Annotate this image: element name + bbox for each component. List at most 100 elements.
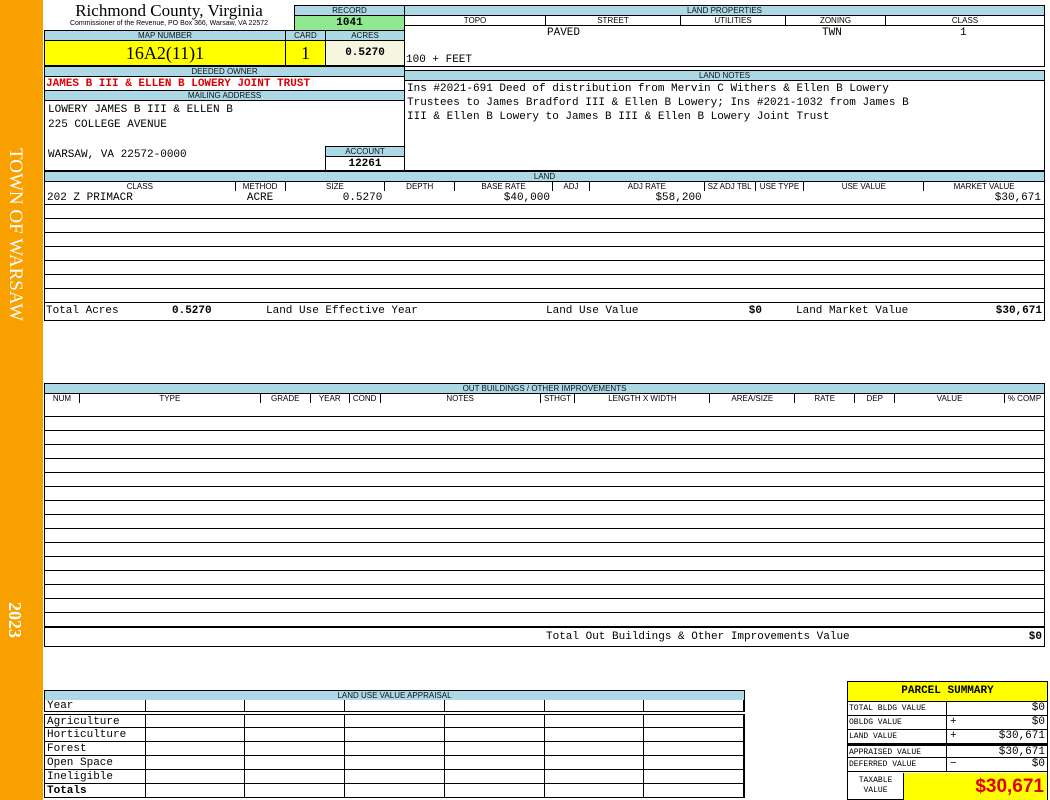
land-cell: [590, 289, 705, 302]
land-cell: [455, 261, 553, 274]
parcel-summary-title: PARCEL SUMMARY: [848, 682, 1047, 702]
land-cell: [286, 275, 386, 288]
outbuildings-row: [44, 487, 1045, 501]
land-cell: [804, 247, 924, 260]
land-cell: [924, 205, 1044, 218]
summary-operator: −: [950, 758, 957, 770]
land-cell: [553, 289, 590, 302]
card-value: 1: [285, 40, 326, 66]
land-cell: [45, 205, 236, 218]
land-use-cell: [245, 770, 346, 783]
land-cell: [385, 289, 455, 302]
land-use-cell: [545, 728, 645, 741]
land-cell: [236, 261, 286, 274]
land-use-cell: [245, 784, 346, 797]
land-cell: [286, 247, 386, 260]
outbuildings-row: [44, 431, 1045, 445]
summary-label: LAND VALUE: [849, 730, 947, 743]
land-properties-values: PAVED TWN 1 100 + FEET: [404, 25, 1045, 67]
land-use-row-label: Horticulture: [45, 728, 146, 741]
land-use-cell: [245, 715, 346, 727]
land-col-header: USE TYPE: [756, 182, 805, 191]
summary-label: TOTAL BLDG VALUE: [849, 702, 947, 715]
land-col-header: ADJ RATE: [590, 182, 705, 191]
summary-operator: +: [950, 716, 957, 728]
land-cell: [45, 261, 236, 274]
land-cell: [385, 233, 455, 246]
land-cell: [705, 289, 756, 302]
address-line: 225 COLLEGE AVENUE: [48, 119, 167, 131]
land-cell: [590, 205, 705, 218]
taxable-value: $30,671: [904, 773, 1047, 800]
outbuildings-total: Total Out Buildings & Other Improvements…: [44, 627, 1045, 647]
land-cell: [804, 205, 924, 218]
land-market-value: $30,671: [995, 305, 1042, 317]
land-use-row-label: Agriculture: [45, 715, 146, 727]
sidebar: TOWN OF WARSAW 2023: [0, 0, 43, 800]
land-cell: [45, 219, 236, 232]
col-zoning: ZONING: [786, 16, 886, 25]
land-use-cell: [345, 742, 445, 755]
outbuildings-col-header: DEP: [855, 394, 896, 403]
land-use-row-label: Totals: [45, 784, 146, 797]
outbuildings-row: [44, 459, 1045, 473]
land-use-cell: [445, 756, 545, 769]
land-cell: [804, 261, 924, 274]
outbuildings-col-header: RATE: [795, 394, 856, 403]
land-cell: [553, 191, 590, 204]
land-use-row-label: Open Space: [45, 756, 146, 769]
land-use-cell: [445, 728, 545, 741]
land-use-value: $0: [748, 305, 762, 317]
land-use-cell: [644, 756, 745, 769]
land-cell: [756, 261, 805, 274]
land-use-row: Ineligible: [44, 770, 745, 784]
land-cell: ACRE: [246, 192, 274, 204]
land-cell: [236, 205, 286, 218]
land-use-cell: [245, 756, 346, 769]
outbuildings-col-header: NOTES: [381, 394, 541, 403]
land-cell: [236, 219, 286, 232]
outbuildings-row: [44, 613, 1045, 627]
outbuildings-col-header: COND: [350, 394, 381, 403]
land-cell: [756, 233, 805, 246]
land-use-cell: [644, 715, 745, 727]
land-use-cell: [146, 742, 246, 755]
land-use-cell: [445, 700, 545, 711]
land-cell: [756, 247, 805, 260]
summary-row: LAND VALUE + $30,671: [848, 730, 1048, 744]
land-cell: [236, 247, 286, 260]
outbuildings-col-header: TYPE: [80, 394, 261, 403]
land-cell: [286, 233, 386, 246]
summary-value: $0: [1031, 758, 1045, 770]
land-cell: [924, 289, 1044, 302]
outbuildings-col-header: YEAR: [311, 394, 350, 403]
land-cell: [45, 247, 236, 260]
outbuildings-row: [44, 585, 1045, 599]
land-cell: [590, 247, 705, 260]
summary-label: DEFERRED VALUE: [849, 758, 947, 771]
total-acres-label: Total Acres: [46, 305, 119, 317]
land-cell: [756, 219, 805, 232]
outbuildings-row: [44, 529, 1045, 543]
outbuildings-total-value: $0: [1028, 631, 1042, 643]
land-row: [44, 261, 1045, 275]
land-cell: [385, 191, 455, 204]
col-topo: TOPO: [405, 16, 546, 25]
outbuildings-col-header: VALUE: [895, 394, 1006, 403]
county-subtitle: Commissioner of the Revenue, PO Box 366,…: [69, 20, 269, 27]
outbuildings-row: [44, 473, 1045, 487]
land-cell: [385, 261, 455, 274]
land-use-cell: [146, 715, 246, 727]
land-cell: [45, 275, 236, 288]
land-cell: [804, 233, 924, 246]
zoning-value: TWN: [822, 27, 842, 39]
land-use-cell: [445, 715, 545, 727]
land-use-cell: [445, 770, 545, 783]
outbuildings-row: [44, 543, 1045, 557]
land-cell: [756, 205, 805, 218]
land-cell: $58,200: [655, 192, 702, 204]
land-cell: [455, 247, 553, 260]
col-street: STREET: [546, 16, 681, 25]
land-row: 202 Z PRIMACR ACRE 0.5270 $40,000 $58,200 $30…: [44, 191, 1045, 205]
outbuildings-col-header: LENGTH X WIDTH: [575, 394, 711, 403]
